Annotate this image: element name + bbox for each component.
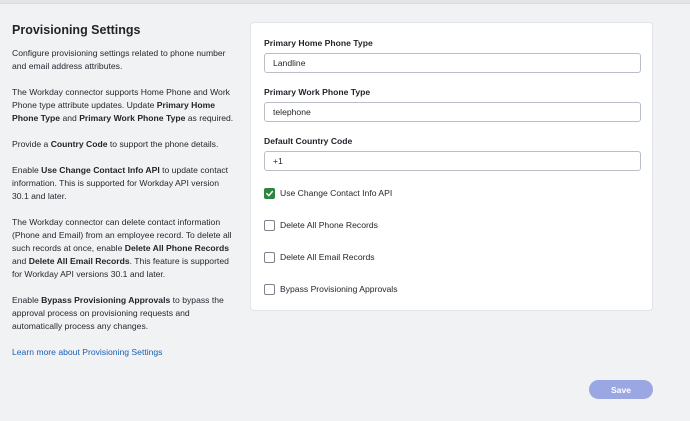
intro-text: Configure provisioning settings related … [12, 48, 226, 71]
delete-all-email-records-checkbox[interactable]: Delete All Email Records [264, 251, 375, 263]
work-phone-type-label: Primary Work Phone Type [264, 87, 371, 97]
settings-description: Provisioning Settings Configure provisio… [12, 22, 234, 372]
use-change-contact-info-checkbox[interactable]: Use Change Contact Info API [264, 187, 392, 199]
contact-info-api-text: Enable Use Change Contact Info API to up… [12, 165, 229, 201]
country-code-input[interactable] [264, 151, 641, 171]
bypass-provisioning-approvals-checkbox[interactable]: Bypass Provisioning Approvals [264, 283, 398, 295]
checkbox-label: Delete All Email Records [280, 252, 375, 262]
country-code-text: Provide a Country Code to support the ph… [12, 139, 219, 149]
work-phone-type-input[interactable] [264, 102, 641, 122]
bypass-approvals-text: Enable Bypass Provisioning Approvals to … [12, 295, 224, 331]
checkbox-unchecked-icon[interactable] [264, 219, 275, 231]
page-title: Provisioning Settings [12, 23, 141, 37]
checkbox-unchecked-icon[interactable] [264, 251, 275, 263]
settings-form-card: Primary Home Phone Type Primary Work Pho… [250, 22, 653, 311]
checkbox-label: Bypass Provisioning Approvals [280, 284, 398, 294]
checkbox-checked-icon[interactable] [264, 187, 275, 199]
phone-type-text: The Workday connector supports Home Phon… [12, 87, 234, 123]
checkbox-label: Use Change Contact Info API [280, 188, 393, 198]
save-button[interactable]: Save [589, 380, 653, 399]
top-divider [0, 0, 690, 4]
delete-all-phone-records-checkbox[interactable]: Delete All Phone Records [264, 219, 378, 231]
check-icon [266, 190, 274, 196]
home-phone-type-label: Primary Home Phone Type [264, 38, 373, 48]
checkbox-label: Delete All Phone Records [280, 220, 378, 230]
delete-records-text: The Workday connector can delete contact… [12, 217, 232, 279]
country-code-label: Default Country Code [264, 136, 353, 146]
learn-more-link[interactable]: Learn more about Provisioning Settings [12, 347, 162, 357]
checkbox-unchecked-icon[interactable] [264, 283, 275, 295]
home-phone-type-input[interactable] [264, 53, 641, 73]
